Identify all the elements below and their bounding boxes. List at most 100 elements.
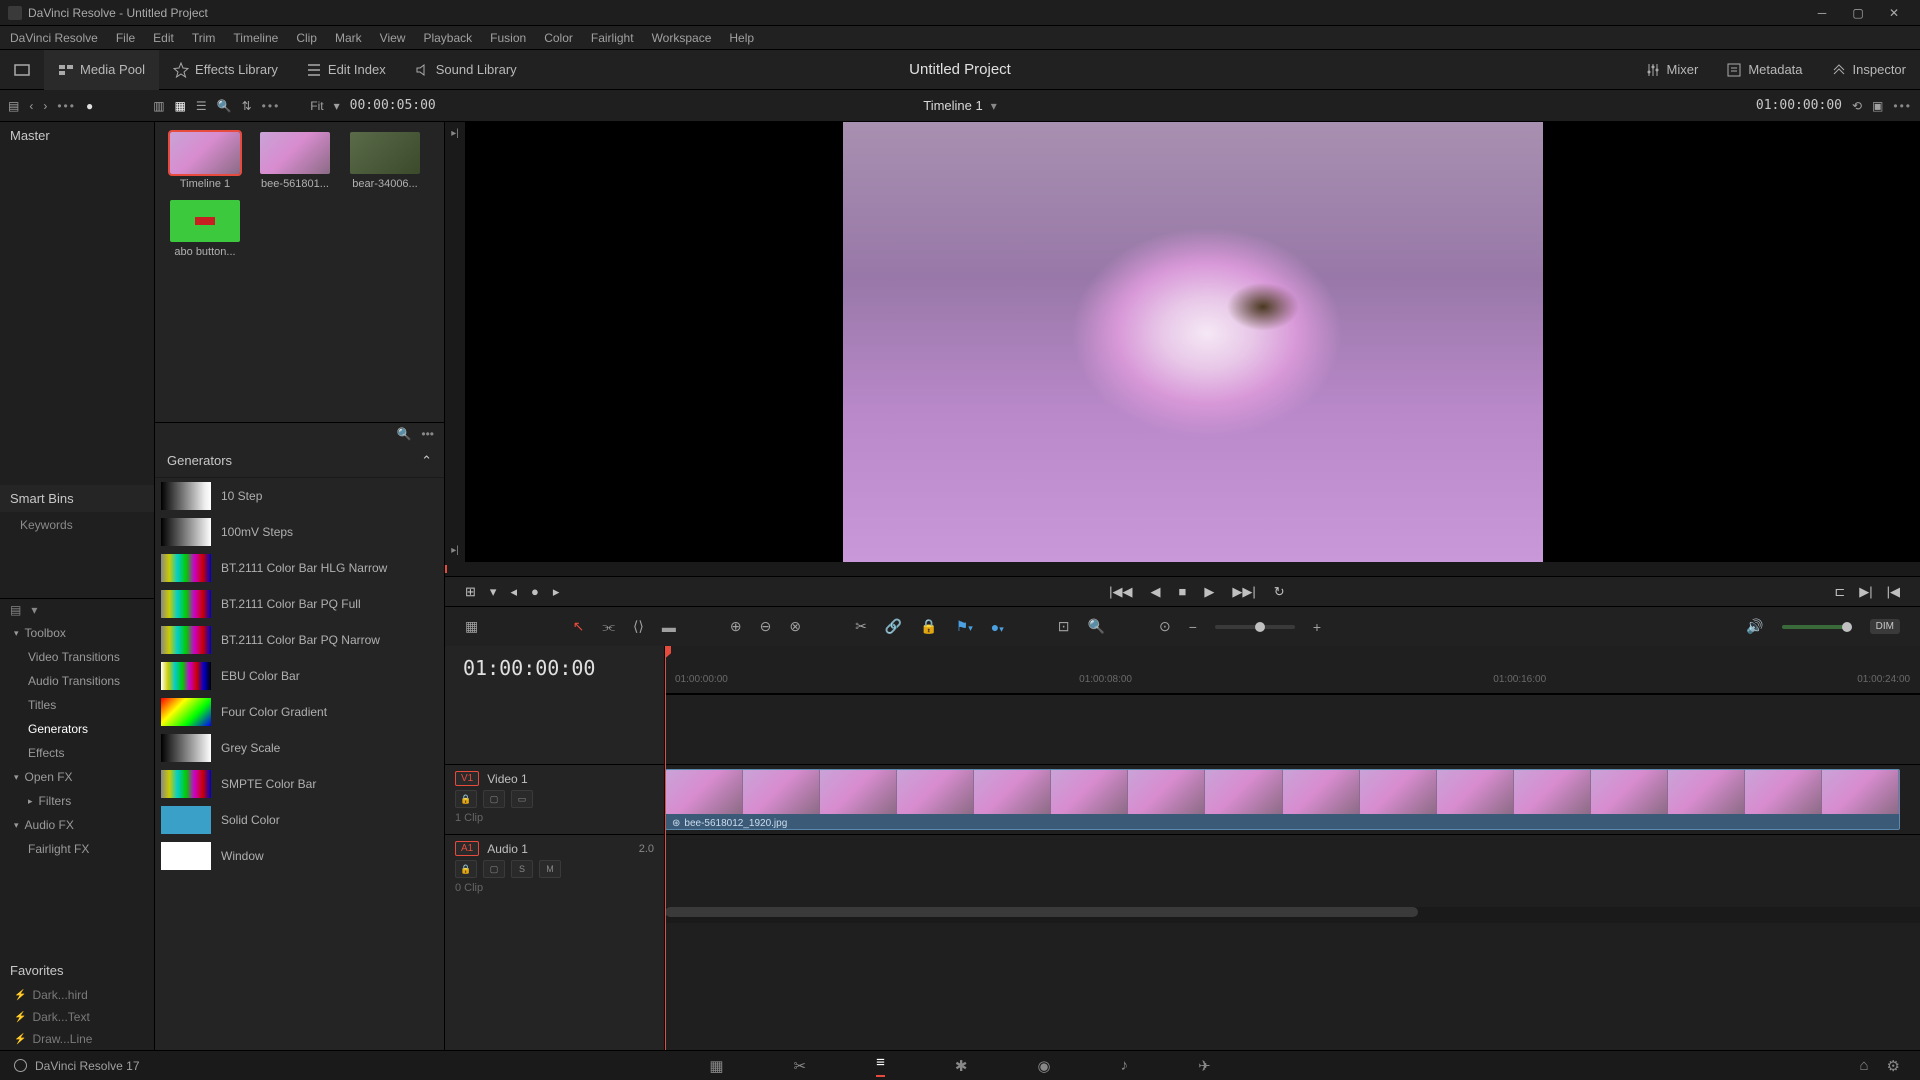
stop-button[interactable]: ■ [1178,584,1186,599]
tab-metadata[interactable]: Metadata [1712,50,1816,90]
track-spacer[interactable] [665,694,1920,764]
timeline-dropdown[interactable]: ▾ [991,99,997,113]
effects-panel-toggle[interactable]: ▤ [10,603,21,617]
lock-track-a1[interactable]: 🔒 [455,860,477,878]
single-viewer-icon[interactable]: ▣ [1872,99,1883,113]
selection-tool[interactable]: ↖ [573,618,585,635]
dim-button[interactable]: DIM [1870,619,1900,634]
search-icon[interactable]: 🔍 [217,99,232,113]
toolbox-generators[interactable]: Generators [0,717,154,741]
generator-item[interactable]: EBU Color Bar [155,658,444,694]
project-settings-button[interactable]: ⚙ [1887,1057,1900,1075]
tracks-area[interactable]: 01:00:00:00 01:00:08:00 01:00:16:00 01:0… [665,646,1920,1050]
toolbox-video-transitions[interactable]: Video Transitions [0,645,154,669]
page-cut[interactable]: ✂ [794,1057,807,1075]
generator-item[interactable]: Grey Scale [155,730,444,766]
menu-davinci[interactable]: DaVinci Resolve [10,31,98,45]
go-to-end-icon[interactable]: ▶| [1859,584,1872,600]
gen-search-icon[interactable]: 🔍 [396,427,411,441]
generator-item[interactable]: SMPTE Color Bar [155,766,444,802]
zoom-slider[interactable] [1215,625,1295,629]
tab-edit-index[interactable]: Edit Index [292,50,400,90]
favorite-item[interactable]: Dark...Text [0,1006,154,1028]
menu-clip[interactable]: Clip [296,31,317,45]
fit-dropdown[interactable]: ▾ [334,99,340,113]
toolbox-titles[interactable]: Titles [0,693,154,717]
fit-select[interactable]: Fit [310,99,323,113]
menu-timeline[interactable]: Timeline [233,31,278,45]
track-badge-a1[interactable]: A1 [455,841,479,856]
generator-item[interactable]: Solid Color [155,802,444,838]
mark-in-icon[interactable]: ⊏ [1834,584,1845,600]
solo-a1[interactable]: S [511,860,533,878]
favorite-item[interactable]: Draw...Line [0,1028,154,1050]
volume-icon[interactable]: 🔊 [1746,618,1763,635]
track-head-v1[interactable]: V1 Video 1 🔒 ▢ ▭ 1 Clip [445,764,664,834]
disable-v1[interactable]: ▭ [511,790,533,808]
maximize-button[interactable]: ▢ [1840,3,1876,23]
tab-sound-library[interactable]: Sound Library [400,50,531,90]
toolbox-openfx[interactable]: ▾Open FX [0,765,154,789]
gen-more[interactable]: ••• [421,427,434,441]
generator-item[interactable]: 100mV Steps [155,514,444,550]
track-badge-v1[interactable]: V1 [455,771,479,786]
overwrite-mode[interactable]: ⊖ [760,618,772,635]
menu-edit[interactable]: Edit [153,31,174,45]
tab-mixer[interactable]: Mixer [1631,50,1713,90]
timeline-timecode[interactable]: 01:00:00:00 [445,646,664,694]
menu-view[interactable]: View [380,31,406,45]
collapse-icon[interactable]: ⌃ [421,453,432,469]
blade-tool[interactable]: ▬ [662,619,676,635]
menu-workspace[interactable]: Workspace [652,31,712,45]
volume-slider[interactable] [1782,625,1852,629]
timeline-ruler[interactable]: 01:00:00:00 01:00:08:00 01:00:16:00 01:0… [665,646,1920,694]
timeline-name[interactable]: Timeline 1 [923,98,982,113]
next-edit-icon[interactable]: ▸ [553,584,560,600]
tab-effects[interactable]: Effects Library [159,50,292,90]
jump-end-icon[interactable]: ▸| [451,545,459,556]
timeline-scrollbar[interactable] [665,907,1920,923]
generator-item[interactable]: BT.2111 Color Bar HLG Narrow [155,550,444,586]
insert-mode[interactable]: ⊕ [730,618,742,635]
page-color[interactable]: ◉ [1037,1057,1050,1075]
media-clip-button[interactable]: abo button... [165,200,245,258]
keywords-bin[interactable]: Keywords [0,512,154,538]
playhead[interactable] [665,646,666,1050]
generator-item[interactable]: Window [155,838,444,874]
toolbox-audiofx[interactable]: ▾Audio FX [0,813,154,837]
insert-clip-icon[interactable]: ⊞ [465,584,476,600]
generator-item[interactable]: Four Color Gradient [155,694,444,730]
toolbox-filters[interactable]: ▸Filters [0,789,154,813]
play-button[interactable]: ▶ [1204,584,1214,600]
menu-fairlight[interactable]: Fairlight [591,31,634,45]
page-media[interactable]: ▦ [709,1057,723,1075]
nav-fwd[interactable]: › [43,99,47,113]
auto-select-v1[interactable]: ▢ [483,790,505,808]
lock-tool[interactable]: 🔒 [920,618,937,635]
page-edit[interactable]: ≡ [876,1054,885,1077]
media-clip-bee[interactable]: bee-561801... [255,132,335,190]
link-tool[interactable]: 🔗 [885,618,902,635]
go-to-out-icon[interactable]: |◀ [1887,584,1900,600]
media-clip-bear[interactable]: bear-34006... [345,132,425,190]
next-frame-button[interactable]: ▶▶| [1232,584,1255,600]
track-head-a1[interactable]: A1 Audio 1 2.0 🔒 ▢ S M 0 Clip [445,834,664,904]
close-button[interactable]: ✕ [1876,3,1912,23]
program-viewer[interactable] [465,122,1920,562]
generators-header[interactable]: Generators ⌃ [155,445,444,478]
menu-fusion[interactable]: Fusion [490,31,526,45]
tab-media-pool[interactable]: Media Pool [44,50,159,90]
menu-trim[interactable]: Trim [192,31,216,45]
zoom-fit[interactable]: ⊙ [1159,618,1171,635]
lock-track-v1[interactable]: 🔒 [455,790,477,808]
record-dot[interactable]: ● [86,99,93,113]
view-grid[interactable]: ▦ [175,99,186,113]
prev-frame-button[interactable]: ◀ [1150,584,1160,600]
toolbox-audio-transitions[interactable]: Audio Transitions [0,669,154,693]
media-clip-timeline1[interactable]: Timeline 1 [165,132,245,190]
toolbox-header[interactable]: ▾Toolbox [0,621,154,645]
track-video-1[interactable]: ⊛ bee-5618012_1920.jpg [665,764,1920,834]
page-fusion[interactable]: ✱ [955,1057,968,1075]
menu-color[interactable]: Color [544,31,573,45]
menu-playback[interactable]: Playback [423,31,472,45]
